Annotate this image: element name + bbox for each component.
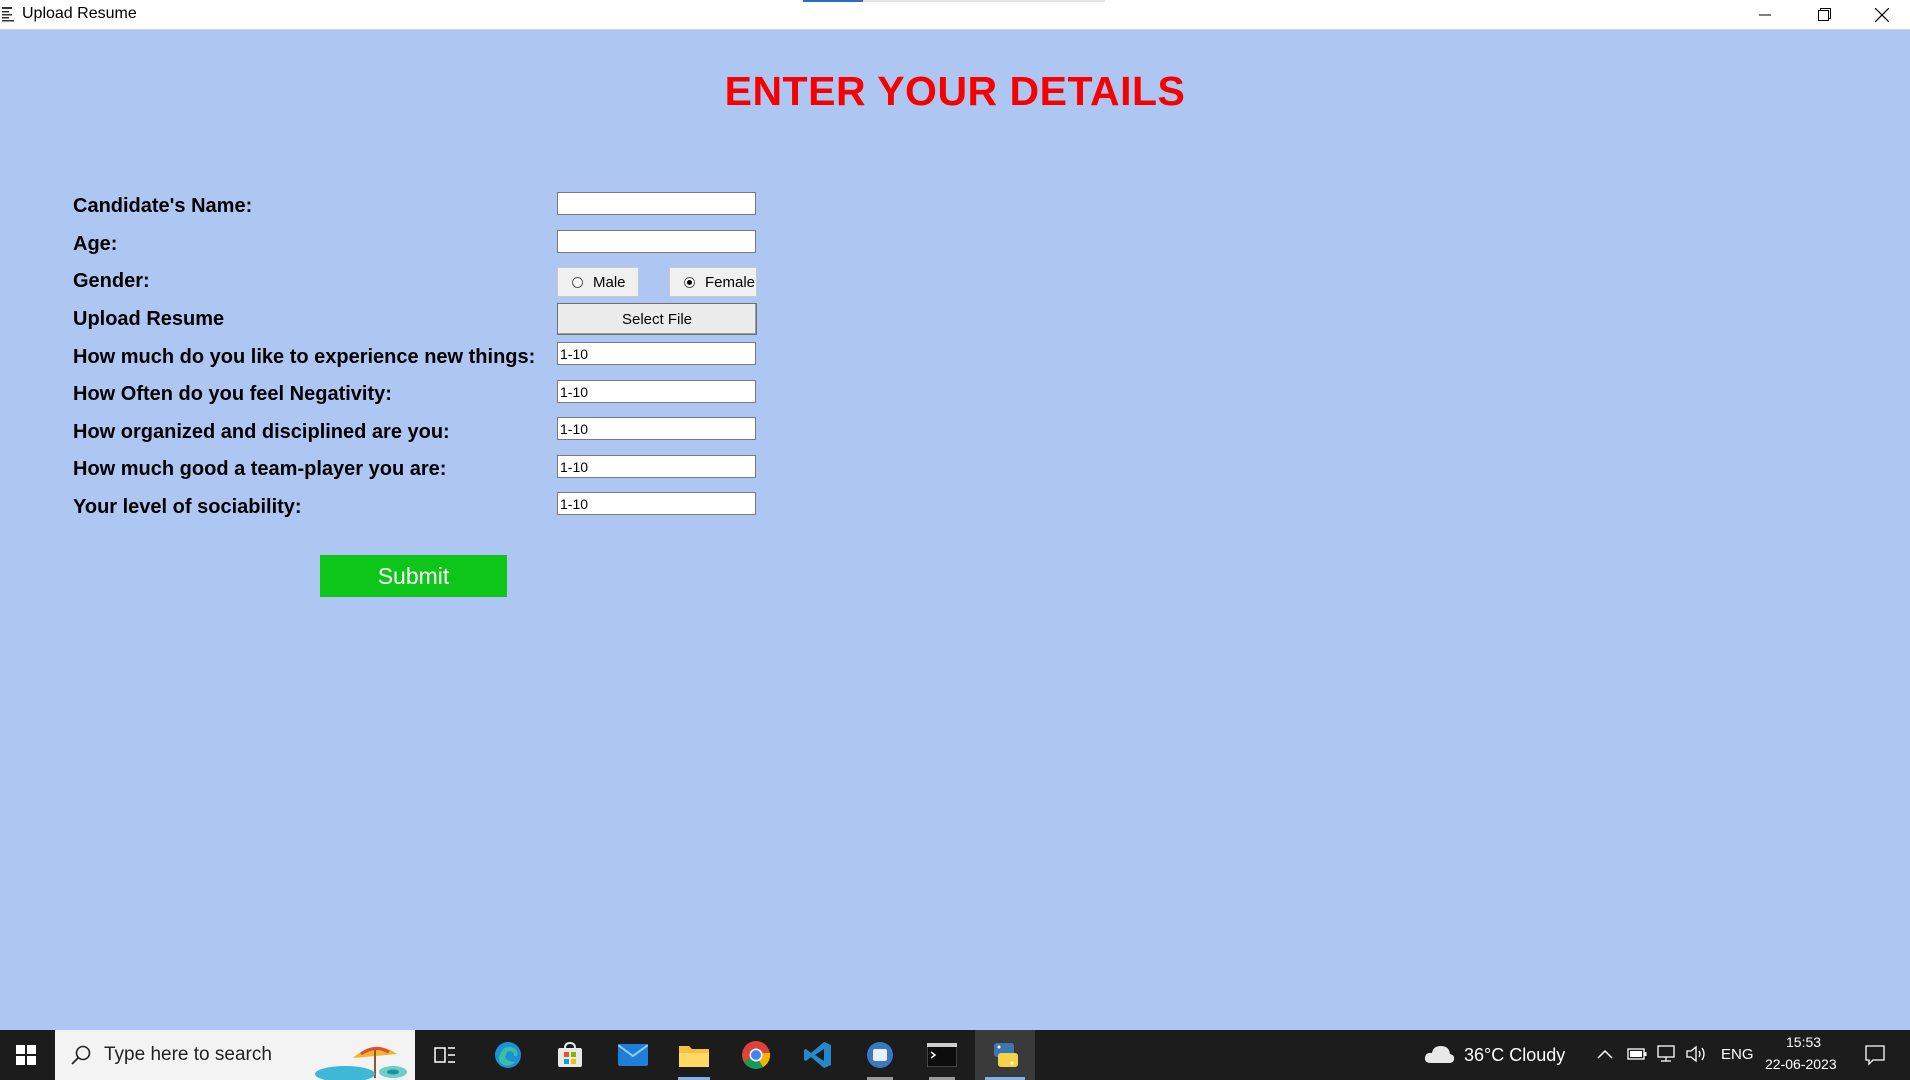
- sociability-rating-input[interactable]: [557, 492, 756, 515]
- app-icon: [867, 1042, 893, 1068]
- question-label: How much do you like to experience new t…: [73, 346, 536, 368]
- submit-button[interactable]: Submit: [320, 555, 507, 597]
- search-icon: [71, 1045, 91, 1065]
- file-explorer-app[interactable]: [669, 1030, 719, 1080]
- organized-rating-input[interactable]: [557, 417, 756, 440]
- close-icon: [1875, 7, 1889, 22]
- store-icon: [558, 1041, 582, 1067]
- question-label: How much good a team-player you are:: [73, 458, 447, 480]
- task-view-button[interactable]: [420, 1030, 470, 1080]
- python-icon: [994, 1043, 1018, 1067]
- gender-male-radio[interactable]: Male: [557, 267, 639, 297]
- team-player-rating-input[interactable]: [557, 455, 756, 478]
- windows-start-icon: [16, 1045, 36, 1065]
- vscode-icon: [804, 1042, 831, 1068]
- question-label: How organized and disciplined are you:: [73, 421, 450, 443]
- chrome-app[interactable]: [731, 1030, 781, 1080]
- chevron-up-icon[interactable]: [1597, 1049, 1613, 1059]
- name-label: Candidate's Name:: [73, 195, 253, 217]
- age-input[interactable]: [557, 230, 756, 253]
- restore-icon: [1817, 8, 1831, 21]
- cloud-icon: [1424, 1046, 1455, 1063]
- edge-icon: [495, 1042, 521, 1068]
- chrome-icon: [742, 1041, 771, 1069]
- store-app[interactable]: [545, 1030, 595, 1080]
- negativity-rating-input[interactable]: [557, 380, 756, 403]
- language-indicator[interactable]: ENG: [1721, 1046, 1754, 1063]
- vscode-app[interactable]: [793, 1030, 843, 1080]
- start-button[interactable]: [0, 1030, 52, 1080]
- beach-umbrella-icon: [315, 1046, 407, 1080]
- select-file-button[interactable]: Select File: [557, 303, 757, 335]
- gender-male-label: Male: [593, 273, 626, 291]
- search-placeholder: Type here to search: [104, 1044, 272, 1065]
- experience-rating-input[interactable]: [557, 342, 756, 365]
- gender-female-radio[interactable]: Female: [669, 267, 757, 297]
- window-title: Upload Resume: [22, 5, 137, 22]
- app-window-icon: [2, 7, 14, 22]
- clock-time[interactable]: 15:53: [1786, 1034, 1821, 1050]
- file-explorer-icon: [679, 1046, 709, 1067]
- terminal-icon: [927, 1043, 957, 1067]
- title-bar: Upload Resume: [0, 0, 1910, 30]
- network-icon[interactable]: [1656, 1045, 1676, 1063]
- age-label: Age:: [73, 233, 118, 255]
- taskbar-search[interactable]: Type here to search: [55, 1030, 415, 1080]
- resume-label: Upload Resume: [73, 308, 225, 330]
- gender-label: Gender:: [73, 270, 150, 292]
- window-progress-fill: [803, 0, 864, 2]
- battery-icon[interactable]: [1627, 1047, 1647, 1061]
- name-input[interactable]: [557, 192, 756, 215]
- restore-button[interactable]: [1795, 0, 1853, 29]
- page-heading: ENTER YOUR DETAILS: [724, 68, 1186, 114]
- volume-icon[interactable]: [1686, 1045, 1708, 1063]
- minimize-icon: [1759, 14, 1771, 15]
- close-button[interactable]: [1853, 0, 1910, 29]
- radio-female-circle: [684, 276, 695, 288]
- gender-female-label: Female: [705, 273, 756, 291]
- edge-app[interactable]: [483, 1030, 533, 1080]
- python-app[interactable]: [975, 1030, 1035, 1080]
- radio-male-circle: [572, 276, 583, 288]
- minimize-button[interactable]: [1736, 0, 1794, 29]
- question-label: How Often do you feel Negativity:: [73, 383, 392, 405]
- weather-text[interactable]: 36°C Cloudy: [1464, 1045, 1565, 1066]
- clock-date[interactable]: 22-06-2023: [1765, 1056, 1837, 1072]
- notifications-icon[interactable]: [1864, 1044, 1886, 1066]
- window-progress-bar: [803, 0, 1105, 2]
- mail-icon: [618, 1044, 648, 1066]
- app-launcher[interactable]: [855, 1030, 905, 1080]
- task-view-icon: [434, 1047, 455, 1063]
- mail-app[interactable]: [608, 1030, 658, 1080]
- terminal-app[interactable]: [917, 1030, 967, 1080]
- taskbar: Type here to search 36°C Cloudy ENG 15:5…: [0, 1030, 1910, 1080]
- question-label: Your level of sociability:: [73, 496, 302, 518]
